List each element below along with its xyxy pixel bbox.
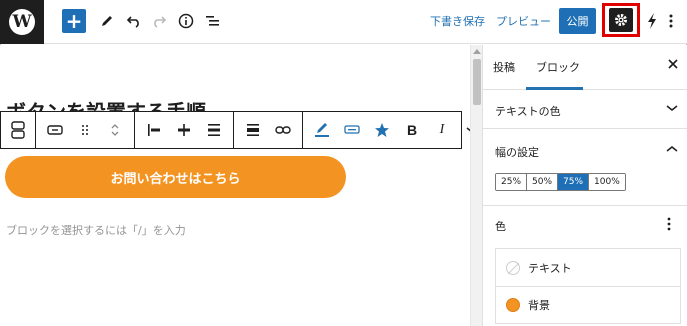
- button-block-icon[interactable]: [40, 112, 70, 148]
- width-settings-panel: 幅の設定 25% 50% 75% 100%: [483, 129, 687, 206]
- save-draft-button[interactable]: 下書き保存: [430, 13, 485, 29]
- settings-sidebar: 投稿 ブロック テキストの色 幅の設定 25% 50% 75% 100% 色 テ…: [482, 45, 687, 326]
- close-icon[interactable]: [667, 55, 679, 74]
- sidebar-tabs: 投稿 ブロック: [483, 45, 687, 90]
- color-list: テキスト 背景: [495, 248, 681, 324]
- formatting-group: B I: [303, 112, 491, 148]
- text-color-panel[interactable]: テキストの色: [483, 90, 687, 129]
- width-50-button[interactable]: 50%: [527, 174, 559, 190]
- width-settings-title[interactable]: 幅の設定: [495, 144, 539, 160]
- color-section-title: 色: [495, 220, 506, 233]
- background-color-item[interactable]: 背景: [496, 286, 680, 323]
- width-25-button[interactable]: 25%: [496, 174, 528, 190]
- orange-swatch-icon: [506, 298, 520, 312]
- inline-button-icon[interactable]: [337, 112, 367, 148]
- more-options-icon[interactable]: [664, 8, 678, 34]
- contact-cta-button[interactable]: お問い合わせはこちら: [5, 156, 346, 198]
- editor-scrollbar[interactable]: [470, 45, 482, 326]
- tab-block[interactable]: ブロック: [536, 59, 580, 75]
- alignment-link-group: [234, 112, 303, 148]
- link-icon[interactable]: [268, 112, 298, 148]
- settings-gear-icon[interactable]: [609, 8, 633, 32]
- bold-icon[interactable]: B: [397, 112, 427, 148]
- list-view-icon[interactable]: [202, 8, 224, 34]
- publish-button[interactable]: 公開: [559, 8, 596, 34]
- move-up-down-icon[interactable]: [100, 112, 130, 148]
- chevron-down-icon: [666, 101, 678, 116]
- settings-highlight: [602, 3, 640, 37]
- tab-post[interactable]: 投稿: [493, 59, 515, 75]
- width-100-button[interactable]: 100%: [589, 174, 625, 190]
- width-button-group: 25% 50% 75% 100%: [495, 173, 626, 191]
- width-75-button[interactable]: 75%: [558, 174, 590, 190]
- justify-center-icon[interactable]: [169, 112, 199, 148]
- wordpress-logo-icon: W: [9, 9, 35, 35]
- star-icon[interactable]: [367, 112, 397, 148]
- lightning-icon[interactable]: [643, 8, 661, 34]
- scroll-up-icon[interactable]: [473, 49, 481, 54]
- preview-button[interactable]: プレビュー: [496, 13, 551, 29]
- chevron-up-icon[interactable]: [666, 142, 678, 157]
- color-options-icon[interactable]: [667, 216, 671, 235]
- wordpress-logo[interactable]: W: [0, 0, 44, 44]
- italic-icon[interactable]: I: [427, 112, 457, 148]
- block-move-group: [36, 112, 135, 148]
- align-icon[interactable]: [238, 112, 268, 148]
- pencil-icon[interactable]: [96, 8, 118, 34]
- add-block-button[interactable]: +: [62, 9, 86, 33]
- block-toolbar: B I: [0, 111, 478, 149]
- block-placeholder[interactable]: ブロックを選択するには「/」を入力: [6, 222, 186, 238]
- empty-swatch-icon: [506, 260, 520, 275]
- justify-left-icon[interactable]: [139, 112, 169, 148]
- undo-icon[interactable]: [123, 8, 145, 34]
- highlight-pen-icon[interactable]: [307, 112, 337, 148]
- background-color-label: 背景: [528, 299, 550, 312]
- drag-handle-icon[interactable]: [70, 112, 100, 148]
- text-color-label: テキスト: [528, 261, 572, 275]
- justify-group: [135, 112, 234, 148]
- info-icon[interactable]: [175, 8, 197, 34]
- top-toolbar: W + 下書き保存 プレビュー 公開: [0, 0, 687, 44]
- block-type-group: [1, 112, 36, 148]
- justify-stretch-icon[interactable]: [199, 112, 229, 148]
- redo-icon[interactable]: [148, 8, 170, 34]
- scroll-thumb[interactable]: [473, 59, 481, 105]
- text-color-title: テキストの色: [495, 105, 561, 118]
- text-color-item[interactable]: テキスト: [496, 249, 680, 286]
- buttons-block-icon[interactable]: [3, 112, 33, 148]
